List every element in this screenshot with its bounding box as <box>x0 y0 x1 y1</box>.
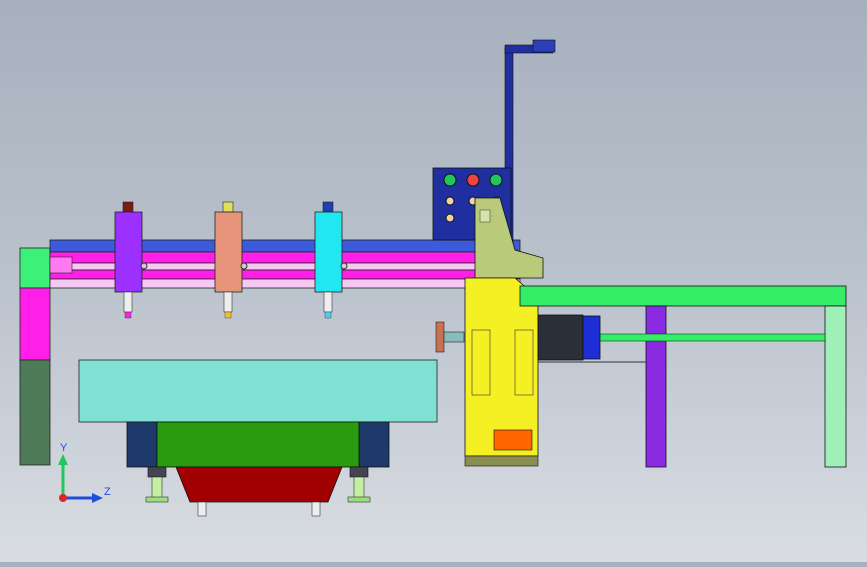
saw-blade[interactable] <box>435 321 465 353</box>
spindle-3[interactable] <box>314 201 348 319</box>
control-post[interactable] <box>504 39 556 244</box>
axis-z-label: Z <box>104 486 111 498</box>
spindle-2[interactable] <box>214 201 248 319</box>
cad-viewport[interactable]: Y Z <box>0 0 867 562</box>
spindle-1[interactable] <box>114 201 148 319</box>
conveyor-frame[interactable] <box>519 285 847 468</box>
drive-motor[interactable] <box>537 314 601 361</box>
cad-model-view[interactable] <box>0 0 867 562</box>
indicator-light-1[interactable] <box>443 173 457 187</box>
left-column[interactable] <box>19 247 51 466</box>
table-carriage[interactable] <box>126 421 390 468</box>
worktable[interactable] <box>78 359 438 423</box>
warning-label <box>493 429 533 451</box>
axis-y-label: Y <box>60 442 68 454</box>
indicator-light-2[interactable] <box>466 173 480 187</box>
machine-base[interactable] <box>175 466 343 517</box>
axis-triad <box>58 454 103 503</box>
indicator-light-3[interactable] <box>489 173 503 187</box>
